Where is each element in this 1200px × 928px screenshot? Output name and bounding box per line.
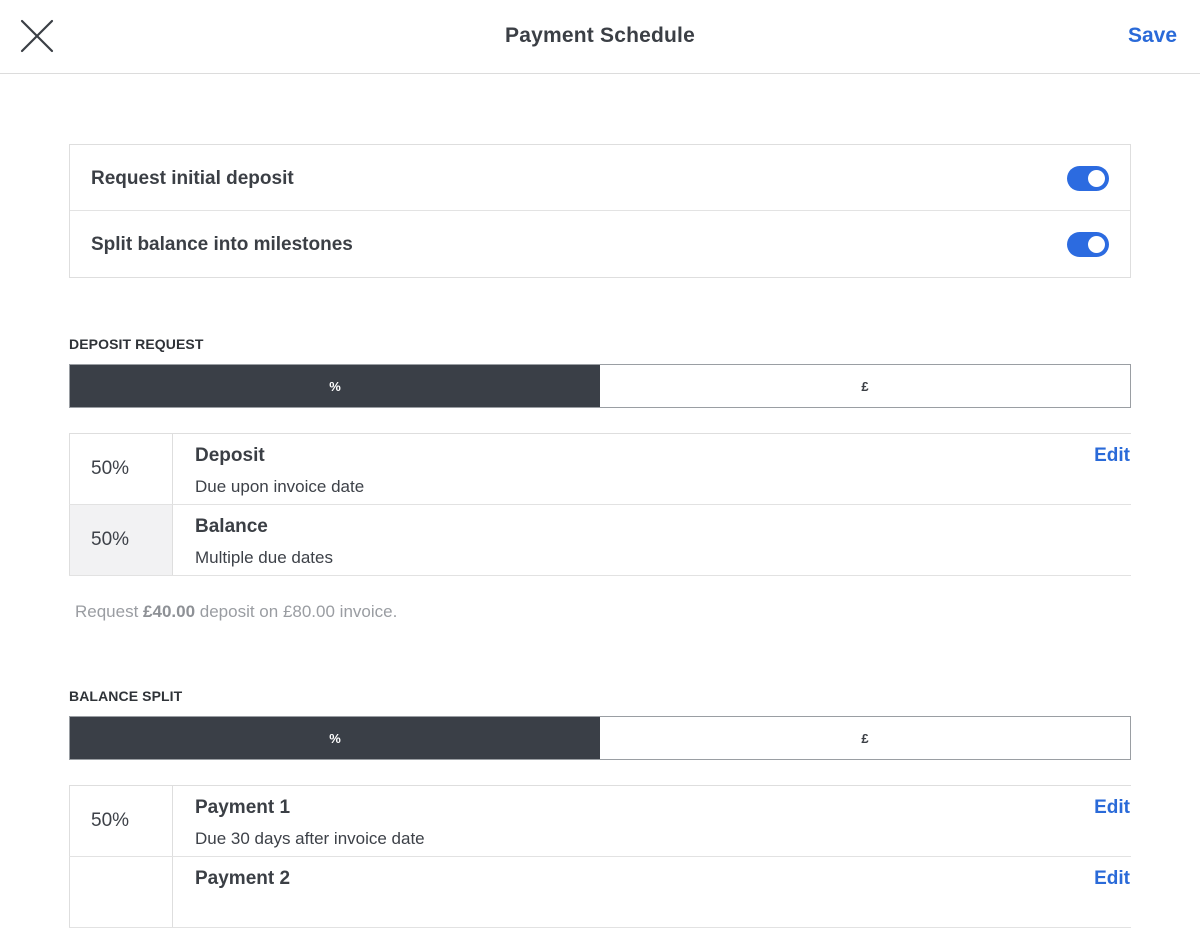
options-card: Request initial deposit Split balance in… [69, 144, 1131, 278]
toggle-row-milestones: Split balance into milestones [70, 211, 1130, 277]
row-title: Payment 2 [195, 868, 291, 889]
note-amount: £40.00 [143, 602, 196, 621]
note-prefix: Request [75, 602, 144, 621]
toggle-knob [1088, 236, 1105, 253]
row-subtitle: Due 30 days after invoice date [195, 829, 425, 848]
toggle-label: Split balance into milestones [91, 234, 353, 255]
deposit-table: 50% Deposit Due upon invoice date Edit 5… [69, 433, 1131, 576]
deposit-summary-note: Request £40.00 deposit on £80.00 invoice… [75, 602, 397, 622]
row-subtitle: Multiple due dates [195, 548, 333, 567]
balance-table: 50% Payment 1 Due 30 days after invoice … [69, 785, 1131, 928]
edit-payment-1-button[interactable]: Edit [1094, 797, 1130, 819]
page-title: Payment Schedule [505, 24, 695, 47]
percent-cell: 50% [69, 786, 173, 856]
balance-section-label: BALANCE SPLIT [69, 688, 183, 704]
table-row[interactable]: 50% Payment 1 Due 30 days after invoice … [69, 786, 1131, 857]
deposit-mode-segmented-control: % £ [69, 364, 1131, 408]
percent-cell [69, 857, 173, 927]
save-button[interactable]: Save [1128, 24, 1177, 48]
balance-mode-pound[interactable]: £ [600, 717, 1130, 759]
initial-deposit-toggle[interactable] [1067, 166, 1109, 191]
row-subtitle: Due upon invoice date [195, 477, 365, 496]
edit-payment-2-button[interactable]: Edit [1094, 868, 1130, 890]
toggle-row-initial-deposit: Request initial deposit [70, 145, 1130, 211]
table-row: 50% Balance Multiple due dates [69, 505, 1131, 576]
deposit-mode-pound[interactable]: £ [600, 365, 1130, 407]
deposit-section-label: DEPOSIT REQUEST [69, 336, 204, 352]
percent-cell: 50% [69, 434, 173, 504]
percent-cell: 50% [69, 505, 173, 575]
row-title: Balance [195, 516, 268, 537]
note-suffix: deposit on £80.00 invoice. [195, 602, 398, 621]
toggle-label: Request initial deposit [91, 168, 294, 189]
edit-deposit-button[interactable]: Edit [1094, 445, 1130, 467]
deposit-mode-percent[interactable]: % [70, 365, 600, 407]
balance-mode-segmented-control: % £ [69, 716, 1131, 760]
table-row[interactable]: 50% Deposit Due upon invoice date Edit [69, 434, 1131, 505]
balance-mode-percent[interactable]: % [70, 717, 600, 759]
row-title: Deposit [195, 445, 265, 466]
top-bar: Payment Schedule Save [0, 0, 1200, 74]
toggle-knob [1088, 170, 1105, 187]
milestones-toggle[interactable] [1067, 232, 1109, 257]
table-row[interactable]: Payment 2 Edit [69, 857, 1131, 928]
row-title: Payment 1 [195, 797, 291, 818]
